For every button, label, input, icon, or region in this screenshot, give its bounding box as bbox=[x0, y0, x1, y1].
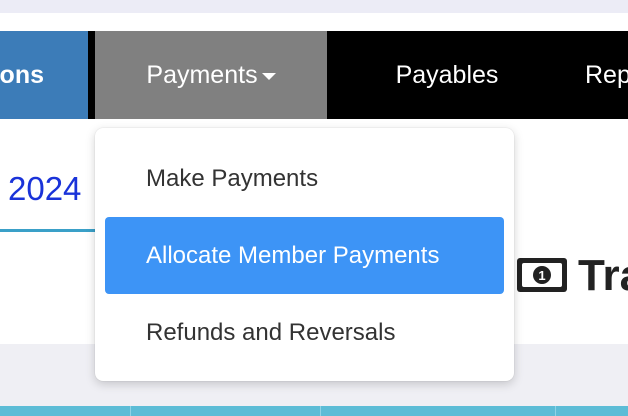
nav-item-payables[interactable]: Payables bbox=[327, 31, 567, 119]
nav-item-reports-label: Rep bbox=[585, 60, 628, 89]
nav-item-payments[interactable]: Payments bbox=[95, 31, 327, 119]
money-bill-icon-coin: 1 bbox=[533, 266, 551, 284]
money-bill-icon: 1 bbox=[517, 258, 567, 292]
nav-item-reports[interactable]: Rep bbox=[585, 31, 628, 119]
menu-item-refunds-and-reversals[interactable]: Refunds and Reversals bbox=[105, 294, 504, 371]
table-header-divider bbox=[320, 406, 321, 416]
caret-down-icon bbox=[261, 73, 276, 80]
menu-item-allocate-member-payments[interactable]: Allocate Member Payments bbox=[105, 217, 504, 294]
table-header bbox=[0, 406, 628, 416]
menu-item-make-payments[interactable]: Make Payments bbox=[105, 140, 504, 217]
browser-top-strip bbox=[0, 0, 628, 13]
money-bill-icon-face: 1 bbox=[522, 263, 562, 287]
table-header-divider bbox=[130, 406, 131, 416]
payments-dropdown-menu: Make Payments Allocate Member Payments R… bbox=[95, 128, 514, 381]
nav-item-payments-label: Payments bbox=[146, 60, 258, 89]
table-header-divider bbox=[555, 406, 556, 416]
main-navbar: ons Payments Payables Rep bbox=[0, 31, 628, 119]
header-band bbox=[0, 13, 628, 31]
nav-item-previous[interactable]: ons bbox=[0, 31, 88, 119]
nav-item-previous-label: ons bbox=[0, 60, 44, 89]
page-heading: Tra bbox=[578, 251, 628, 300]
year-link[interactable]: 2024 bbox=[8, 164, 81, 214]
year-tab-underline bbox=[0, 229, 95, 232]
nav-item-payables-label: Payables bbox=[395, 60, 499, 89]
